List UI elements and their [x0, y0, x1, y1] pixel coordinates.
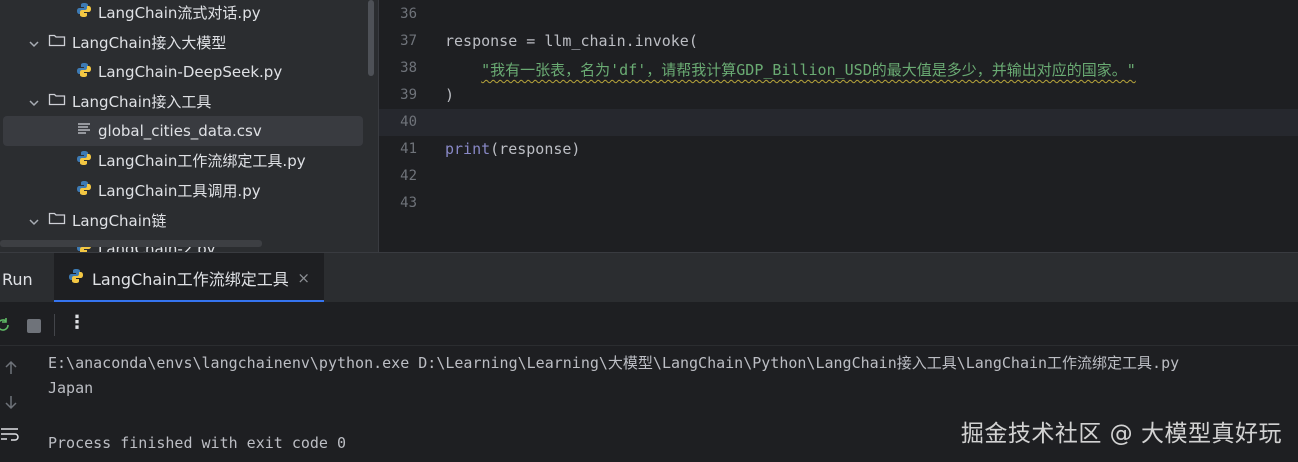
toolbar-separator	[54, 314, 55, 336]
line-number: 43	[400, 195, 417, 211]
code-line-37: response = llm_chain.invoke(	[445, 32, 698, 50]
tree-item-tools-folder[interactable]: LangChain接入工具	[28, 86, 211, 116]
run-tool-window-header: Run LangChain工作流绑定工具 ×	[0, 252, 1298, 303]
chevron-down-icon[interactable]	[28, 36, 40, 48]
tree-item-tool-calling[interactable]: LangChain工具调用.py	[76, 175, 261, 205]
tree-item-langchain-deepseek[interactable]: LangChain-DeepSeek.py	[76, 57, 282, 87]
run-label: Run	[2, 270, 33, 289]
code-editor[interactable]: 36 37 38 39 40 41 42 43 response = llm_c…	[378, 0, 1298, 252]
tree-item-label: global_cities_data.csv	[98, 122, 262, 140]
code-line-39: )	[445, 86, 455, 104]
python-file-icon	[68, 268, 84, 288]
line-number: 36	[400, 6, 417, 22]
tree-item-langchain-streaming[interactable]: LangChain流式对话.py	[76, 0, 261, 27]
soft-wrap-icon[interactable]	[0, 426, 20, 446]
tree-item-label: LangChain工作流绑定工具.py	[98, 151, 306, 170]
code-line-38: "我有一张表，名为'df'，请帮我计算GDP_Billion_USD的最大值是多…	[445, 59, 1136, 80]
tree-item-label: LangChain工具调用.py	[98, 181, 261, 200]
line-number: 39	[400, 87, 417, 103]
watermark: 掘金技术社区 @ 大模型真好玩	[960, 421, 1282, 447]
rerun-icon[interactable]	[0, 316, 12, 338]
string-literal: "我有一张表，名为'df'，请帮我计算GDP_Billion_USD的最大值是多…	[481, 61, 1136, 79]
tree-item-label: LangChain接入大模型	[72, 33, 227, 52]
call-args: (response)	[490, 140, 581, 158]
console-line-command: E:\anaconda\envs\langchainenv\python.exe…	[48, 354, 1180, 372]
python-file-icon	[76, 180, 92, 200]
run-tab[interactable]: LangChain工作流绑定工具 ×	[54, 253, 324, 303]
line-number: 37	[400, 33, 417, 49]
code-line-41: print(response)	[445, 140, 580, 158]
more-options-icon[interactable]: ⋮	[68, 312, 86, 333]
line-number: 38	[400, 60, 417, 76]
folder-icon	[48, 91, 66, 111]
tree-item-label: LangChain-DeepSeek.py	[98, 63, 283, 81]
tree-item-label: LangChain流式对话.py	[98, 3, 261, 22]
builtin-print: print	[445, 140, 491, 158]
current-line-highlight	[379, 109, 1298, 136]
tree-horizontal-scrollbar[interactable]	[0, 240, 262, 247]
folder-icon	[48, 32, 66, 52]
line-number: 42	[400, 168, 417, 184]
chevron-down-icon[interactable]	[28, 95, 40, 107]
arrow-up-icon[interactable]	[4, 360, 18, 380]
line-number: 40	[400, 114, 417, 130]
tree-item-label: LangChain链	[72, 211, 167, 230]
tree-item-label: LangChain接入工具	[72, 92, 212, 111]
folder-icon	[48, 210, 66, 230]
line-number: 41	[400, 141, 417, 157]
chevron-down-icon[interactable]	[28, 214, 40, 226]
arrow-down-icon[interactable]	[4, 394, 18, 414]
project-tree-panel: LangChain流式对话.py LangChain接入大模型 LangChai…	[0, 0, 378, 252]
text-file-icon	[76, 121, 92, 141]
close-icon[interactable]: ×	[297, 269, 310, 287]
tree-item-global-cities-csv[interactable]: global_cities_data.csv	[3, 116, 363, 146]
tree-item-workflow-bind-tools[interactable]: LangChain工作流绑定工具.py	[76, 145, 306, 175]
run-tab-label: LangChain工作流绑定工具	[92, 270, 289, 289]
tree-vertical-scrollbar[interactable]	[368, 0, 374, 76]
tree-item-chain-folder[interactable]: LangChain链	[28, 205, 166, 235]
console-line-output: Japan	[48, 379, 94, 397]
python-file-icon	[76, 2, 92, 22]
console-line-exit: Process finished with exit code 0	[48, 434, 347, 452]
tree-item-llm-access-folder[interactable]: LangChain接入大模型	[28, 27, 226, 57]
python-file-icon	[76, 150, 92, 170]
python-file-icon	[76, 62, 92, 82]
stop-icon[interactable]	[27, 319, 41, 333]
run-toolbar: ⋮	[0, 302, 1298, 346]
